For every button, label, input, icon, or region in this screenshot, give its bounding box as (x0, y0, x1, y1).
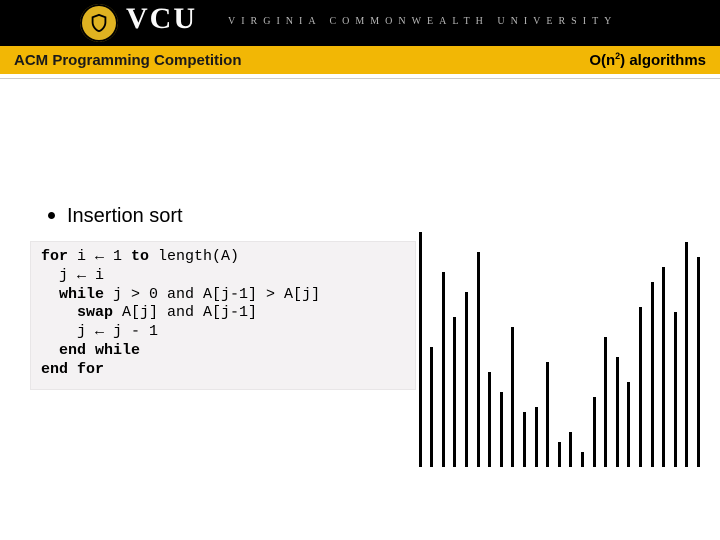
bar (651, 282, 654, 467)
seal-shield-icon (88, 12, 110, 34)
vcu-wordmark: VCU (126, 2, 197, 36)
bar (546, 362, 549, 467)
bar (569, 432, 572, 467)
title-bar: ACM Programming Competition O(n2) algori… (0, 46, 720, 74)
sort-bars-visual (414, 227, 704, 467)
bar (477, 252, 480, 467)
bar (430, 347, 433, 467)
vcu-seal-icon (80, 4, 118, 42)
bar (419, 232, 422, 467)
divider-thin (0, 78, 720, 79)
kw-swap: swap (77, 304, 113, 321)
bar (639, 307, 642, 467)
kw-endfor: end for (41, 361, 104, 378)
vcu-subtext: VIRGINIA COMMONWEALTH UNIVERSITY (228, 16, 617, 27)
slide-title-left: ACM Programming Competition (0, 52, 242, 69)
bigO-post: ) algorithms (620, 52, 706, 69)
pseudocode-block: for i ← 1 to length(A) j ← i while j > 0… (30, 241, 416, 390)
bullet-title: Insertion sort (67, 205, 183, 227)
bar (465, 292, 468, 467)
bar (627, 382, 630, 467)
bar (523, 412, 526, 467)
bar (662, 267, 665, 467)
bar (604, 337, 607, 467)
kw-for: for (41, 248, 68, 265)
bar (488, 372, 491, 467)
bar (685, 242, 688, 467)
university-banner: VCU VIRGINIA COMMONWEALTH UNIVERSITY (0, 0, 720, 46)
bar (697, 257, 700, 467)
kw-to: to (131, 248, 149, 265)
bar (616, 357, 619, 467)
bar (558, 442, 561, 467)
bar (453, 317, 456, 467)
bar (500, 392, 503, 467)
bar (593, 397, 596, 467)
slide-title-right: O(n2) algorithms (589, 51, 706, 69)
bar (442, 272, 445, 467)
kw-while: while (59, 286, 104, 303)
bar (674, 312, 677, 467)
kw-endwhile: end while (59, 342, 140, 359)
bullet-dot-icon (48, 212, 55, 219)
bar (535, 407, 538, 467)
bar (581, 452, 584, 467)
bullet-item: Insertion sort (48, 205, 183, 228)
bigO-pre: O(n (589, 52, 615, 69)
bar (511, 327, 514, 467)
